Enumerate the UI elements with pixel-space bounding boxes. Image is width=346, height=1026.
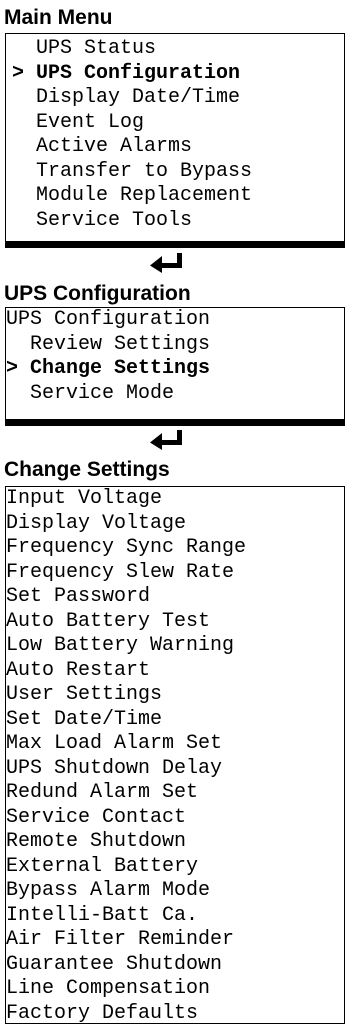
change-settings-item-auto-restart[interactable]: Auto Restart <box>6 659 344 684</box>
main-menu-heading: Main Menu <box>4 6 113 30</box>
main-menu-item-display-date-time[interactable]: Display Date/Time <box>6 86 344 111</box>
change-settings-list: Input Voltage Display Voltage Frequency … <box>6 487 344 1026</box>
ups-configuration-item-service-mode[interactable]: Service Mode <box>6 382 344 407</box>
enter-arrow-icon <box>150 430 184 450</box>
enter-arrow-icon <box>150 253 184 273</box>
change-settings-item-intelli-batt-ca[interactable]: Intelli-Batt Ca. <box>6 904 344 929</box>
change-settings-item-user-settings[interactable]: User Settings <box>6 683 344 708</box>
main-menu-item-service-tools[interactable]: Service Tools <box>6 209 344 234</box>
ups-configuration-list: UPS Configuration Review Settings > Chan… <box>6 308 344 406</box>
change-settings-item-redund-alarm-set[interactable]: Redund Alarm Set <box>6 781 344 806</box>
ups-configuration-item-change-settings[interactable]: > Change Settings <box>6 357 344 382</box>
change-settings-item-remote-shutdown[interactable]: Remote Shutdown <box>6 830 344 855</box>
change-settings-item-guarantee-shutdown[interactable]: Guarantee Shutdown <box>6 953 344 978</box>
main-menu-item-ups-configuration[interactable]: > UPS Configuration <box>6 62 344 87</box>
change-settings-item-auto-battery-test[interactable]: Auto Battery Test <box>6 610 344 635</box>
ups-configuration-panel: UPS Configuration Review Settings > Chan… <box>5 307 345 426</box>
change-settings-item-low-battery-warning[interactable]: Low Battery Warning <box>6 634 344 659</box>
change-settings-item-bypass-alarm-mode[interactable]: Bypass Alarm Mode <box>6 879 344 904</box>
change-settings-item-set-password[interactable]: Set Password <box>6 585 344 610</box>
change-settings-item-frequency-slew-rate[interactable]: Frequency Slew Rate <box>6 561 344 586</box>
change-settings-item-external-battery[interactable]: External Battery <box>6 855 344 880</box>
ups-configuration-menu-title: UPS Configuration <box>6 308 344 333</box>
change-settings-item-ups-shutdown-delay[interactable]: UPS Shutdown Delay <box>6 757 344 782</box>
change-settings-panel: Input Voltage Display Voltage Frequency … <box>5 486 345 1024</box>
ups-configuration-item-review-settings[interactable]: Review Settings <box>6 333 344 358</box>
ups-configuration-heading: UPS Configuration <box>4 282 191 306</box>
main-menu-panel: UPS Status > UPS Configuration Display D… <box>5 33 345 248</box>
change-settings-item-input-voltage[interactable]: Input Voltage <box>6 487 344 512</box>
change-settings-item-frequency-sync-range[interactable]: Frequency Sync Range <box>6 536 344 561</box>
main-menu-list: UPS Status > UPS Configuration Display D… <box>6 37 344 233</box>
main-menu-item-transfer-to-bypass[interactable]: Transfer to Bypass <box>6 160 344 185</box>
change-settings-item-air-filter-reminder[interactable]: Air Filter Reminder <box>6 928 344 953</box>
change-settings-item-display-voltage[interactable]: Display Voltage <box>6 512 344 537</box>
main-menu-item-module-replacement[interactable]: Module Replacement <box>6 184 344 209</box>
main-menu-item-event-log[interactable]: Event Log <box>6 111 344 136</box>
change-settings-item-max-load-alarm-set[interactable]: Max Load Alarm Set <box>6 732 344 757</box>
change-settings-item-service-contact[interactable]: Service Contact <box>6 806 344 831</box>
change-settings-heading: Change Settings <box>4 458 170 482</box>
main-menu-item-active-alarms[interactable]: Active Alarms <box>6 135 344 160</box>
change-settings-item-line-compensation[interactable]: Line Compensation <box>6 977 344 1002</box>
change-settings-item-factory-defaults[interactable]: Factory Defaults <box>6 1002 344 1026</box>
change-settings-item-set-date-time[interactable]: Set Date/Time <box>6 708 344 733</box>
main-menu-item-ups-status[interactable]: UPS Status <box>6 37 344 62</box>
